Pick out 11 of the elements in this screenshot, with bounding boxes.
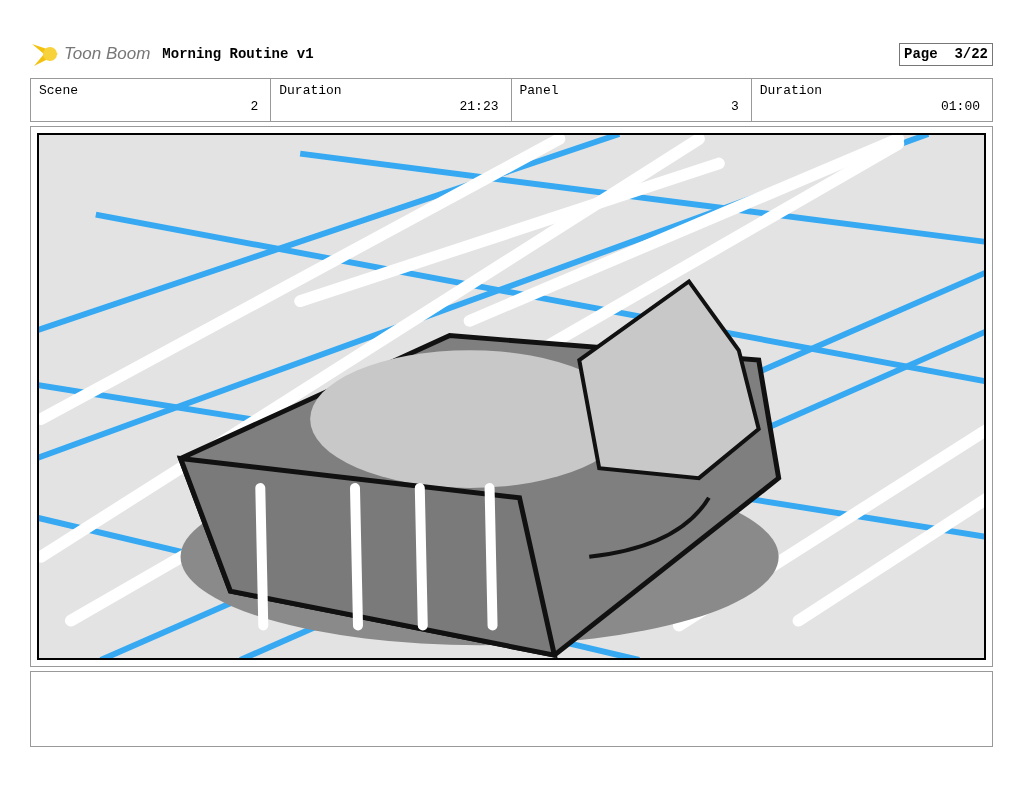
field-label: Duration — [759, 83, 824, 100]
field-value: 21:23 — [459, 99, 499, 116]
logo-text: Toon Boom — [64, 43, 151, 66]
storyboard-title: Morning Routine v1 — [162, 44, 314, 64]
field-label: Duration — [279, 83, 343, 100]
field-value: 2 — [250, 99, 259, 116]
field-label: Scene — [39, 83, 79, 100]
field-label: Panel — [519, 83, 560, 100]
page-number: Page 3/22 — [899, 42, 993, 66]
field-value: 01:00 — [941, 99, 980, 116]
field-value: 3 — [730, 99, 739, 116]
